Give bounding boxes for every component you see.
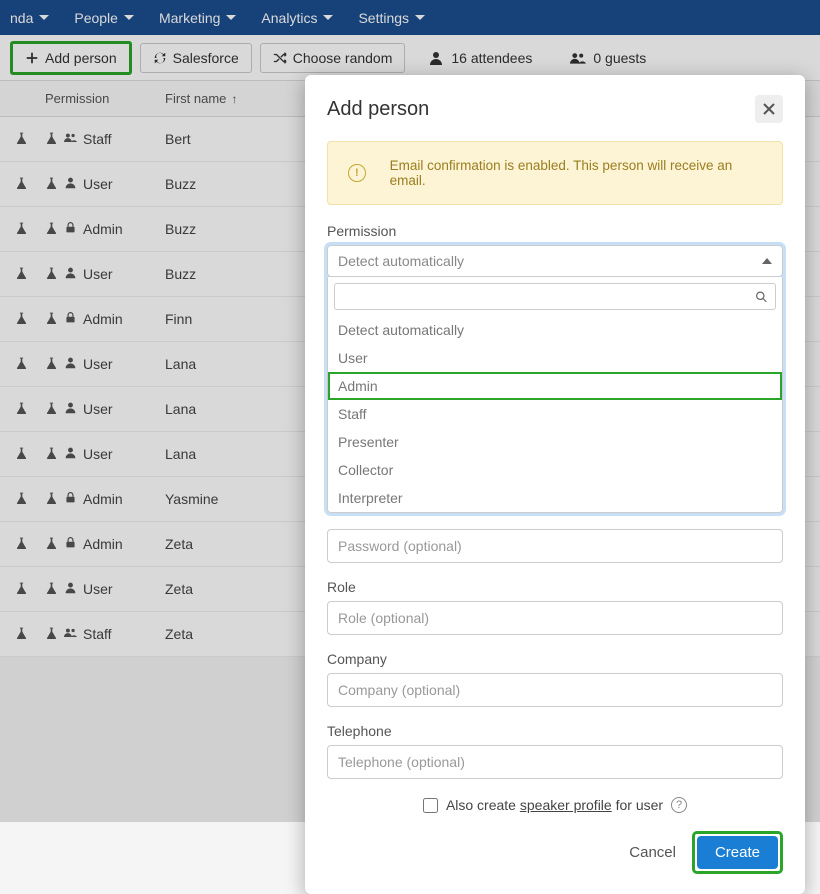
info-icon: ! bbox=[348, 164, 366, 182]
close-button[interactable] bbox=[755, 95, 783, 123]
permission-dropdown: Detect automaticallyUserAdminStaffPresen… bbox=[327, 277, 783, 513]
role-label: Role bbox=[327, 579, 783, 595]
modal-title: Add person bbox=[327, 98, 429, 121]
dropdown-search-input[interactable] bbox=[334, 283, 776, 310]
permission-option-interpreter[interactable]: Interpreter bbox=[328, 484, 782, 512]
permission-label: Permission bbox=[327, 223, 783, 239]
company-input[interactable] bbox=[327, 673, 783, 707]
company-label: Company bbox=[327, 651, 783, 667]
permission-select[interactable]: Detect automatically bbox=[327, 245, 783, 277]
permission-option-collector[interactable]: Collector bbox=[328, 456, 782, 484]
chevron-up-icon bbox=[762, 258, 772, 264]
telephone-label: Telephone bbox=[327, 723, 783, 739]
permission-option-staff[interactable]: Staff bbox=[328, 400, 782, 428]
telephone-input[interactable] bbox=[327, 745, 783, 779]
add-person-modal: Add person ! Email confirmation is enabl… bbox=[305, 75, 805, 894]
help-icon[interactable]: ? bbox=[671, 797, 687, 813]
email-alert: ! Email confirmation is enabled. This pe… bbox=[327, 141, 783, 205]
close-icon bbox=[762, 102, 776, 116]
create-button[interactable]: Create bbox=[697, 836, 778, 869]
speaker-checkbox-label: Also create speaker profile for user bbox=[446, 797, 663, 813]
permission-option-admin[interactable]: Admin bbox=[328, 372, 782, 400]
role-input[interactable] bbox=[327, 601, 783, 635]
alert-text: Email confirmation is enabled. This pers… bbox=[390, 158, 762, 188]
speaker-profile-link[interactable]: speaker profile bbox=[520, 797, 612, 813]
password-input[interactable] bbox=[327, 529, 783, 563]
permission-option-presenter[interactable]: Presenter bbox=[328, 428, 782, 456]
speaker-profile-checkbox[interactable] bbox=[423, 798, 438, 813]
permission-option-user[interactable]: User bbox=[328, 344, 782, 372]
permission-option-detect-automatically[interactable]: Detect automatically bbox=[328, 316, 782, 344]
search-icon bbox=[755, 290, 768, 303]
cancel-button[interactable]: Cancel bbox=[629, 844, 676, 861]
